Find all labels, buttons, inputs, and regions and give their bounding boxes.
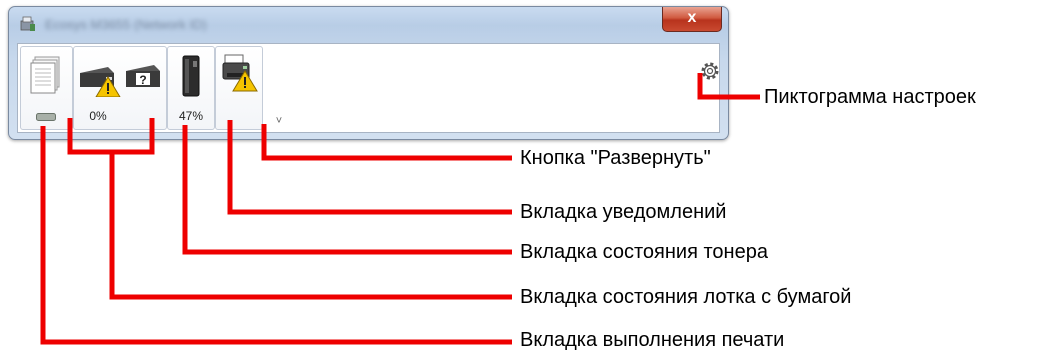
callout-line-toner xyxy=(182,125,512,255)
label-print-progress-tab: Вкладка выполнения печати xyxy=(520,329,785,351)
callout-line-paper-tray xyxy=(109,152,512,300)
callout-line-paper-tray-bracket xyxy=(67,118,155,155)
callout-line-settings xyxy=(697,73,760,100)
label-notification-tab: Вкладка уведомлений xyxy=(520,201,727,223)
label-paper-tray-tab: Вкладка состояния лотка с бумагой xyxy=(520,286,852,308)
label-toner-tab: Вкладка состояния тонера xyxy=(520,241,768,263)
callout-line-notification xyxy=(227,120,512,215)
label-settings-icon: Пиктограмма настроек xyxy=(764,86,976,108)
callout-line-expand xyxy=(261,124,512,161)
label-expand-button: Кнопка "Развернуть" xyxy=(520,147,711,169)
